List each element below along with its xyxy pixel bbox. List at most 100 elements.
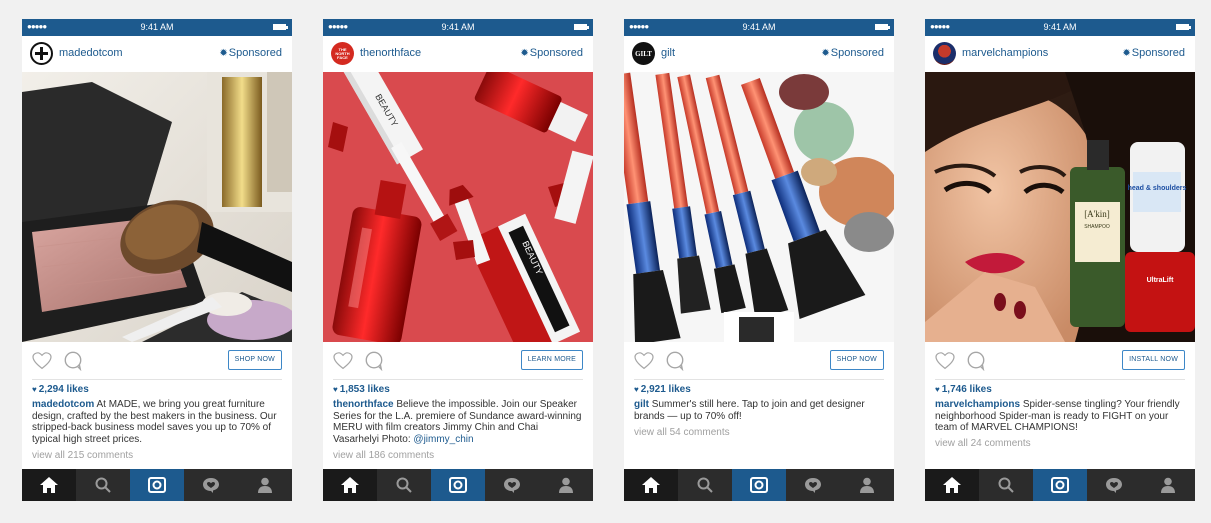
status-bar: ●●●●● 9:41 AM — [22, 19, 292, 36]
sponsored-label[interactable]: ✹Sponsored — [219, 47, 282, 59]
avatar[interactable]: GILT — [632, 42, 655, 65]
post-image[interactable]: BEAUTY BEAUTY — [323, 72, 593, 342]
caption-username[interactable]: thenorthface — [333, 399, 394, 410]
bottom-nav — [624, 469, 894, 501]
likes-text: 1,746 likes — [941, 384, 992, 395]
comment-bubble-icon[interactable] — [364, 351, 384, 371]
activity-icon — [1106, 478, 1122, 493]
battery-icon — [273, 24, 288, 30]
view-all-comments-link[interactable]: view all 215 comments — [32, 450, 133, 461]
like-heart-icon[interactable] — [333, 352, 353, 370]
likes-text: 2,294 likes — [38, 384, 89, 395]
nav-activity[interactable] — [184, 469, 238, 501]
post-card-thenorthface: ●●●●● 9:41 AM THE NORTH FACE thenorthfac… — [323, 19, 593, 501]
image-product-text: SHAMPOO — [1084, 224, 1110, 230]
like-heart-icon[interactable] — [32, 352, 52, 370]
nav-profile[interactable] — [238, 469, 292, 501]
comment-bubble-icon[interactable] — [665, 351, 685, 371]
comment-bubble-icon[interactable] — [966, 351, 986, 371]
nav-activity[interactable] — [485, 469, 539, 501]
nav-profile[interactable] — [1141, 469, 1195, 501]
search-icon — [95, 477, 111, 493]
nav-search[interactable] — [377, 469, 431, 501]
nav-home[interactable] — [624, 469, 678, 501]
avatar[interactable] — [30, 42, 53, 65]
post-username[interactable]: gilt — [661, 47, 675, 59]
sponsored-label[interactable]: ✹Sponsored — [520, 47, 583, 59]
shop-now-button[interactable]: SHOP NOW — [829, 350, 884, 370]
bottom-nav — [323, 469, 593, 501]
nav-home[interactable] — [22, 469, 76, 501]
likes-count[interactable]: ♥ 1,853 likes — [333, 384, 390, 395]
likes-text: 2,921 likes — [640, 384, 691, 395]
nav-camera[interactable] — [732, 469, 786, 501]
avatar[interactable]: THE NORTH FACE — [331, 42, 354, 65]
gear-icon: ✹ — [1122, 48, 1131, 59]
post-username[interactable]: marvelchampions — [962, 47, 1048, 59]
view-all-comments-link[interactable]: view all 54 comments — [634, 427, 730, 438]
post-image[interactable] — [22, 72, 292, 342]
camera-icon — [750, 477, 768, 493]
profile-icon — [258, 477, 272, 493]
image-product-text: [A'kin] — [1084, 209, 1110, 219]
post-caption: gilt Summer's still here. Tap to join an… — [634, 399, 884, 422]
activity-icon — [805, 478, 821, 493]
post-actions: SHOP NOW — [624, 342, 894, 380]
post-username[interactable]: thenorthface — [360, 47, 421, 59]
nav-home[interactable] — [925, 469, 979, 501]
post-image[interactable]: [A'kin] SHAMPOO head & shoulders UltraLi… — [925, 72, 1195, 342]
post-header: marvelchampions ✹Sponsored — [925, 36, 1195, 72]
plus-logo-icon — [35, 47, 48, 60]
post-username[interactable]: madedotcom — [59, 47, 123, 59]
post-image[interactable] — [624, 72, 894, 342]
nav-camera[interactable] — [431, 469, 485, 501]
like-heart-icon[interactable] — [634, 352, 654, 370]
image-product-text: UltraLift — [1147, 277, 1175, 284]
status-bar: ●●●●● 9:41 AM — [624, 19, 894, 36]
nav-search[interactable] — [678, 469, 732, 501]
nav-home[interactable] — [323, 469, 377, 501]
status-bar: ●●●●● 9:41 AM — [323, 19, 593, 36]
heart-icon: ♥ — [935, 385, 940, 394]
caption-username[interactable]: gilt — [634, 399, 649, 410]
shop-now-button[interactable]: SHOP NOW — [227, 350, 282, 370]
gear-icon: ✹ — [821, 48, 830, 59]
like-heart-icon[interactable] — [935, 352, 955, 370]
divider — [333, 379, 583, 380]
nav-camera[interactable] — [1033, 469, 1087, 501]
nav-search[interactable] — [76, 469, 130, 501]
divider — [634, 379, 884, 380]
caption-mention[interactable]: @jimmy_chin — [413, 434, 473, 445]
likes-count[interactable]: ♥ 2,294 likes — [32, 384, 89, 395]
view-all-comments-link[interactable]: view all 24 comments — [935, 438, 1031, 449]
sponsored-label[interactable]: ✹Sponsored — [821, 47, 884, 59]
home-icon — [642, 477, 660, 493]
nav-camera[interactable] — [130, 469, 184, 501]
likes-count[interactable]: ♥ 1,746 likes — [935, 384, 992, 395]
view-all-comments-link[interactable]: view all 186 comments — [333, 450, 434, 461]
sponsored-label[interactable]: ✹Sponsored — [1122, 47, 1185, 59]
heart-icon: ♥ — [32, 385, 37, 394]
profile-icon — [1161, 477, 1175, 493]
nav-profile[interactable] — [539, 469, 593, 501]
post-card-gilt: ●●●●● 9:41 AM GILT gilt ✹Sponsored SHOP … — [624, 19, 894, 501]
camera-icon — [1051, 477, 1069, 493]
sponsored-text: Sponsored — [228, 47, 282, 59]
nav-activity[interactable] — [786, 469, 840, 501]
avatar-logo-text: THE NORTH FACE — [335, 46, 350, 60]
likes-count[interactable]: ♥ 2,921 likes — [634, 384, 691, 395]
nav-profile[interactable] — [840, 469, 894, 501]
nav-activity[interactable] — [1087, 469, 1141, 501]
install-now-button[interactable]: INSTALL NOW — [1122, 350, 1185, 370]
gear-icon: ✹ — [520, 48, 529, 59]
post-caption: madedotcom At MADE, we bring you great f… — [32, 399, 282, 445]
status-time: 9:41 AM — [140, 22, 174, 32]
caption-username[interactable]: marvelchampions — [935, 399, 1020, 410]
activity-icon — [203, 478, 219, 493]
comment-bubble-icon[interactable] — [63, 351, 83, 371]
caption-username[interactable]: madedotcom — [32, 399, 94, 410]
gear-icon: ✹ — [219, 48, 228, 59]
nav-search[interactable] — [979, 469, 1033, 501]
avatar[interactable] — [933, 42, 956, 65]
learn-more-button[interactable]: LEARN MORE — [520, 350, 583, 370]
